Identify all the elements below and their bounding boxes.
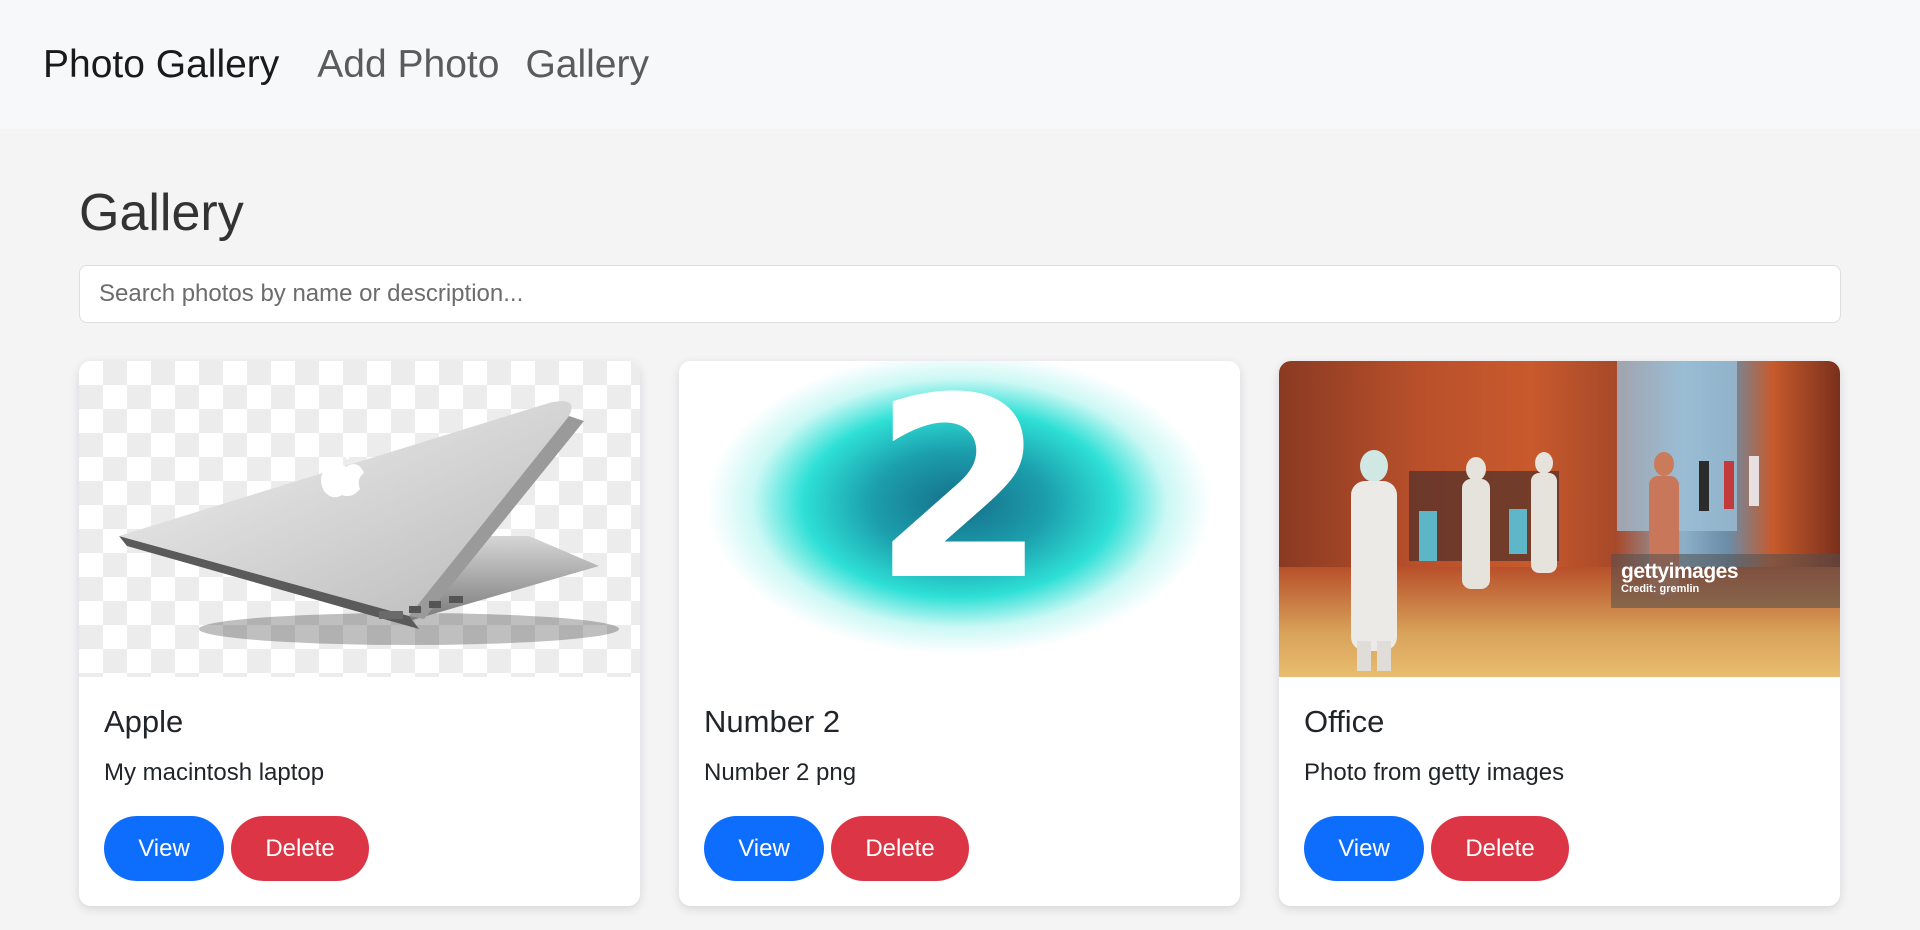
card-title: Number 2 bbox=[704, 704, 841, 739]
getty-credit: Credit: gremlin bbox=[1621, 583, 1700, 596]
search-input[interactable] bbox=[79, 265, 1841, 323]
getty-watermark: gettyimages Credit: gremlin bbox=[1611, 554, 1840, 608]
main-content: Gallery Search photos by name or descrip… bbox=[0, 129, 1920, 906]
card-description: Number 2 png bbox=[704, 759, 857, 786]
photo-card: 2 Number 2 Number 2 png View Delete bbox=[679, 361, 1240, 906]
photo-card: Apple My macintosh laptop View Delete bbox=[79, 361, 640, 906]
card-body: Apple My macintosh laptop View Delete bbox=[79, 677, 640, 881]
delete-button[interactable]: Delete bbox=[231, 816, 369, 881]
card-title: Office bbox=[1304, 704, 1385, 739]
delete-button[interactable]: Delete bbox=[831, 816, 969, 881]
card-body: Office Photo from getty images View Dele… bbox=[1279, 677, 1840, 881]
number-two-graphic: 2 bbox=[679, 361, 1240, 677]
laptop-illustration bbox=[119, 401, 619, 645]
nav-gallery[interactable]: Gallery bbox=[525, 43, 649, 87]
delete-button[interactable]: Delete bbox=[1431, 816, 1569, 881]
card-title: Apple bbox=[104, 704, 184, 739]
card-actions: View Delete bbox=[1304, 816, 1815, 881]
view-button[interactable]: View bbox=[704, 816, 824, 881]
navbar: Photo Gallery Add Photo Gallery bbox=[0, 0, 1920, 129]
view-button[interactable]: View bbox=[1304, 816, 1424, 881]
photo-card: gettyimages Credit: gremlin Office Photo… bbox=[1279, 361, 1840, 906]
page-title: Gallery bbox=[79, 184, 244, 242]
laptop-photo bbox=[79, 361, 640, 677]
number-two-glyph: 2 bbox=[872, 361, 1047, 635]
card-actions: View Delete bbox=[104, 816, 615, 881]
card-description: My macintosh laptop bbox=[104, 759, 325, 786]
nav-add-photo[interactable]: Add Photo bbox=[317, 43, 499, 87]
photo-grid: Apple My macintosh laptop View Delete 2 … bbox=[79, 361, 1841, 906]
card-description: Photo from getty images bbox=[1304, 759, 1565, 786]
getty-logo: gettyimages bbox=[1621, 560, 1739, 583]
office-corridor-photo: gettyimages Credit: gremlin bbox=[1279, 361, 1840, 677]
card-body: Number 2 Number 2 png View Delete bbox=[679, 677, 1240, 881]
card-actions: View Delete bbox=[704, 816, 1215, 881]
brand-link[interactable]: Photo Gallery bbox=[43, 43, 279, 87]
office-scene bbox=[1351, 361, 1759, 671]
view-button[interactable]: View bbox=[104, 816, 224, 881]
